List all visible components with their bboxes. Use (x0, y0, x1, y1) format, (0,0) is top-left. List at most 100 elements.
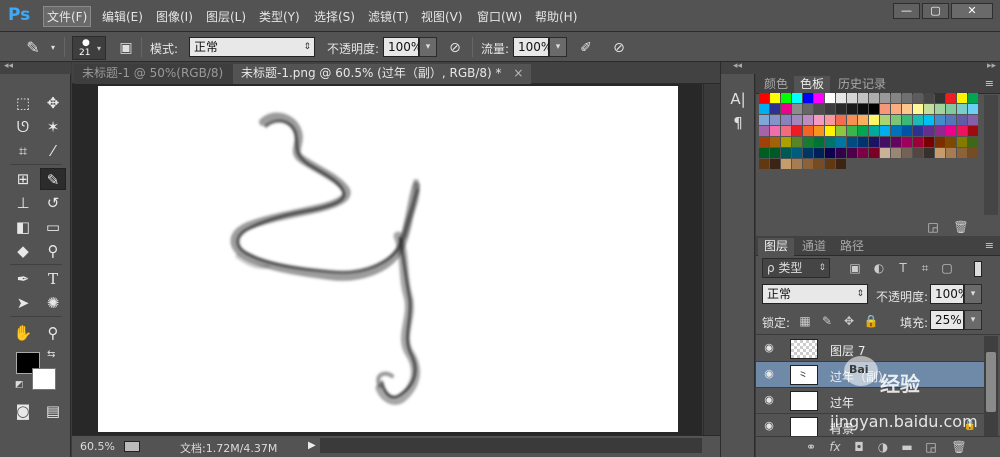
opacity-dropdown-button[interactable]: ▾ (419, 37, 437, 57)
type-tool-icon[interactable]: T (40, 268, 66, 290)
color-swatch[interactable] (869, 137, 879, 147)
pressure-size-icon[interactable]: ⊘ (610, 39, 628, 57)
folder-icon[interactable]: ▬ (898, 438, 916, 456)
menu-window[interactable]: 窗口(W) (477, 8, 522, 25)
crop-tool-icon[interactable]: ⌗ (10, 140, 36, 162)
color-swatch[interactable] (858, 104, 868, 114)
color-swatch[interactable] (957, 115, 967, 125)
color-swatch[interactable] (924, 93, 934, 103)
lasso-tool-icon[interactable]: ᘎ (10, 116, 36, 138)
color-swatch[interactable] (891, 148, 901, 158)
color-swatch[interactable] (781, 104, 791, 114)
color-swatch[interactable] (935, 104, 945, 114)
color-swatch[interactable] (957, 137, 967, 147)
color-swatch[interactable] (781, 126, 791, 136)
pressure-opacity-icon[interactable]: ⊘ (446, 39, 464, 57)
menu-edit[interactable]: 编辑(E) (102, 8, 143, 25)
adjustment-icon[interactable]: ◑ (874, 438, 892, 456)
tab-color[interactable]: 颜色 (758, 76, 794, 94)
color-swatch[interactable] (847, 115, 857, 125)
lock-all-icon[interactable]: 🔒 (862, 312, 880, 330)
menu-layer[interactable]: 图层(L) (206, 8, 246, 25)
color-swatch[interactable] (847, 104, 857, 114)
filter-type-icon[interactable]: T (894, 259, 912, 277)
color-swatch[interactable] (946, 104, 956, 114)
color-swatch[interactable] (858, 148, 868, 158)
color-swatch[interactable] (825, 93, 835, 103)
color-swatch[interactable] (781, 148, 791, 158)
color-swatch[interactable] (814, 93, 824, 103)
link-icon[interactable]: ⚭ (802, 438, 820, 456)
color-swatch[interactable] (770, 93, 780, 103)
horizontal-scrollbar[interactable] (320, 438, 702, 453)
color-swatch[interactable] (847, 126, 857, 136)
color-swatch[interactable] (946, 148, 956, 158)
path-selection-icon[interactable]: ➤ (10, 292, 36, 314)
color-swatch[interactable] (891, 137, 901, 147)
color-swatch[interactable] (759, 93, 769, 103)
flow-dropdown-button[interactable]: ▾ (549, 37, 567, 57)
color-swatch[interactable] (935, 148, 945, 158)
layers-scrollbar-thumb[interactable] (986, 352, 996, 412)
color-swatch[interactable] (770, 159, 780, 169)
color-swatch[interactable] (847, 137, 857, 147)
color-swatch[interactable] (803, 137, 813, 147)
color-swatch[interactable] (946, 93, 956, 103)
minimize-button[interactable]: — (893, 3, 920, 19)
collapse-arrows-icon[interactable]: ◂◂ (4, 61, 13, 71)
tab-untitled-1[interactable]: 未标题-1 @ 50%(RGB/8) × (74, 64, 254, 84)
collapse-arrows-icon[interactable]: ▸▸ (987, 61, 996, 71)
color-swatch[interactable] (803, 159, 813, 169)
tab-swatches[interactable]: 色板 (794, 76, 831, 94)
color-swatch[interactable] (836, 137, 846, 147)
color-swatch[interactable] (968, 104, 978, 114)
color-swatch[interactable] (759, 115, 769, 125)
marquee-tool-icon[interactable]: ⬚ (10, 92, 36, 114)
trash-icon[interactable]: 🗑 (952, 218, 970, 236)
color-swatch[interactable] (792, 126, 802, 136)
color-swatch[interactable] (770, 148, 780, 158)
color-swatch[interactable] (924, 115, 934, 125)
color-swatch[interactable] (825, 104, 835, 114)
color-swatch[interactable] (880, 126, 890, 136)
close-button[interactable]: ✕ (951, 3, 993, 19)
color-swatch[interactable] (847, 93, 857, 103)
filter-shape-icon[interactable]: ⌗ (916, 259, 934, 277)
color-swatch[interactable] (825, 148, 835, 158)
color-swatch[interactable] (825, 137, 835, 147)
panel-menu-icon[interactable]: ≡ (985, 239, 994, 252)
color-swatch[interactable] (946, 126, 956, 136)
color-swatch[interactable] (759, 159, 769, 169)
color-swatch[interactable] (814, 115, 824, 125)
color-swatch[interactable] (836, 159, 846, 169)
color-swatch[interactable] (968, 93, 978, 103)
color-swatch[interactable] (902, 126, 912, 136)
visibility-eye-icon[interactable]: ◉ (762, 419, 776, 433)
quick-mask-icon[interactable]: ◙ (10, 400, 36, 422)
document-canvas[interactable] (98, 86, 678, 432)
color-swatch[interactable] (924, 126, 934, 136)
layer-opacity-field[interactable]: 100% (930, 284, 969, 304)
color-swatch[interactable] (803, 126, 813, 136)
move-tool-icon[interactable]: ✥ (40, 92, 66, 114)
color-swatch[interactable] (869, 126, 879, 136)
swatch-scrollbar[interactable] (984, 95, 998, 215)
tab-history[interactable]: 历史记录 (832, 76, 892, 94)
color-swatch[interactable] (803, 93, 813, 103)
blur-tool-icon[interactable]: ◆ (10, 240, 36, 262)
lock-transparency-icon[interactable]: ▦ (796, 312, 814, 330)
color-swatch[interactable] (891, 115, 901, 125)
color-swatch[interactable] (935, 126, 945, 136)
color-swatch[interactable] (913, 126, 923, 136)
color-swatch[interactable] (946, 137, 956, 147)
color-swatch[interactable] (891, 104, 901, 114)
color-swatch[interactable] (902, 115, 912, 125)
color-swatch[interactable] (946, 115, 956, 125)
color-swatch[interactable] (902, 104, 912, 114)
color-swatch[interactable] (759, 126, 769, 136)
color-swatch[interactable] (814, 126, 824, 136)
color-swatch[interactable] (792, 93, 802, 103)
shape-tool-icon[interactable]: ✺ (40, 292, 66, 314)
zoom-tool-icon[interactable]: ⚲ (40, 322, 66, 344)
blend-mode-select[interactable]: 正常 ⇕ (762, 284, 868, 304)
